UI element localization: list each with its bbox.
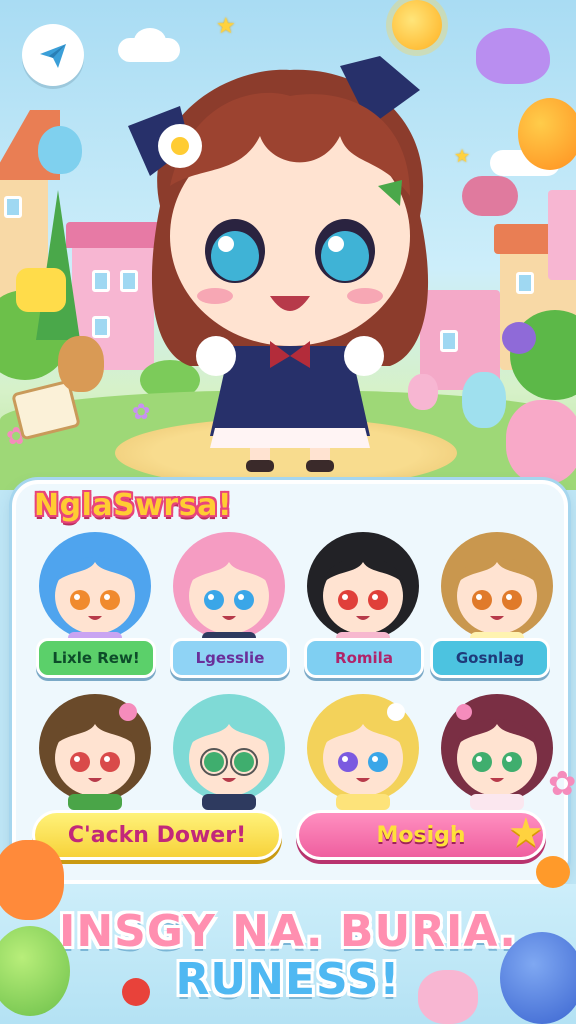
character-card[interactable] <box>300 528 426 648</box>
tree <box>36 190 80 340</box>
pink-bear-creature <box>418 970 478 1024</box>
blue-bear-creature <box>462 372 506 428</box>
character-name-button[interactable]: Lixle Rew! <box>36 638 156 678</box>
character-card[interactable] <box>434 690 560 810</box>
teddy-bear-creature <box>58 336 104 392</box>
house-window <box>92 270 110 292</box>
cloud <box>134 28 166 54</box>
character-card[interactable] <box>434 528 560 648</box>
character-portrait <box>39 694 151 810</box>
character-card[interactable] <box>32 528 158 648</box>
game-logo-line-2: RUNESS! <box>175 954 401 1005</box>
orange-bear-creature <box>0 840 64 920</box>
character-portrait <box>441 694 553 810</box>
star-icon: ★ <box>216 14 236 39</box>
house-window <box>92 316 110 338</box>
scene-background: ★ ★ ★ ★ ★ ✿ ✿ <box>0 0 576 490</box>
character-portrait <box>307 532 419 648</box>
character-name-label: Gosnlag <box>455 649 525 667</box>
character-name-label: Romila <box>335 649 393 667</box>
character-select-panel: NglaSwrsa! Lixle Rew! Lgesslie Romila Go… <box>12 480 568 884</box>
character-card[interactable] <box>166 528 292 648</box>
house <box>548 190 576 280</box>
house-window <box>4 196 22 218</box>
character-card[interactable] <box>300 690 426 810</box>
character-portrait <box>307 694 419 810</box>
pink-cloud-creature <box>462 176 518 216</box>
paper-plane-icon <box>40 44 66 68</box>
blue-bird-creature <box>38 126 82 174</box>
character-portrait <box>441 532 553 648</box>
character-name-label: Lgesslie <box>195 649 265 667</box>
character-portrait <box>173 532 285 648</box>
back-button[interactable] <box>22 24 84 86</box>
purple-bird-creature <box>476 28 550 84</box>
apple-icon <box>122 978 150 1006</box>
character-name-label: Lixle Rew! <box>52 649 140 667</box>
character-name-button[interactable]: Romila <box>304 638 424 678</box>
game-logo-line-1: INSGY NA. BURIA. <box>0 906 576 957</box>
orange-blob-creature <box>518 98 576 170</box>
yellow-block-creature <box>16 268 66 312</box>
orange-fruit-icon <box>536 856 570 888</box>
character-portrait <box>39 532 151 648</box>
character-card[interactable] <box>32 690 158 810</box>
pink-bear-creature <box>506 400 576 484</box>
house-window <box>516 272 534 294</box>
star-icon: ★ <box>508 810 544 856</box>
character-portrait <box>173 694 285 810</box>
character-name-button[interactable]: Lgesslie <box>170 638 290 678</box>
character-card[interactable] <box>166 690 292 810</box>
right-action-label: Mosigh <box>376 822 466 848</box>
flower-icon: ✿ <box>548 764 576 804</box>
footer-banner: INSGY NA. BURIA. RUNESS! ✿ <box>0 764 576 1024</box>
left-action-label: C'ackn Dower! <box>67 822 247 848</box>
purple-blob-creature <box>502 322 536 354</box>
main-character <box>128 56 429 472</box>
sun-icon <box>392 0 442 50</box>
left-action-button[interactable]: C'ackn Dower! <box>32 810 282 860</box>
blue-blob-creature <box>500 932 576 1024</box>
character-name-button[interactable]: Gosnlag <box>430 638 550 678</box>
panel-title: NglaSwrsa! <box>34 488 233 523</box>
